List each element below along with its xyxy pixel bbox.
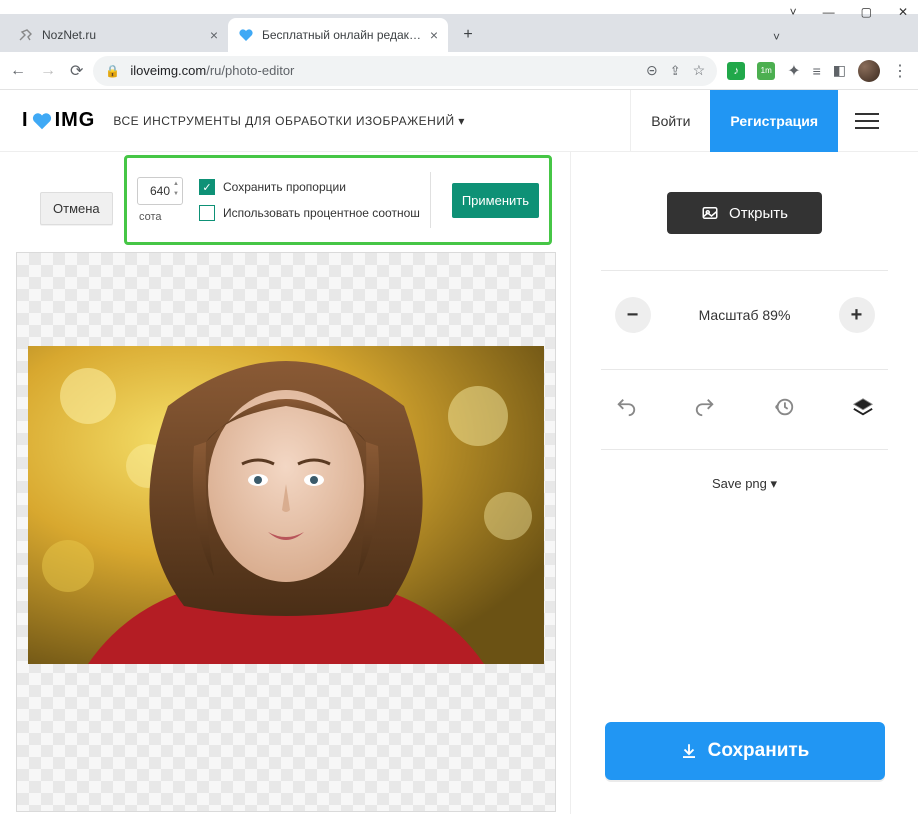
back-icon[interactable]: ← — [10, 62, 26, 80]
app-header: I IMG ВСЕ ИНСТРУМЕНТЫ ДЛЯ ОБРАБОТКИ ИЗОБ… — [0, 90, 918, 152]
height-label: сота — [139, 211, 162, 223]
url-text: iloveimg.com/ru/photo-editor — [130, 63, 294, 78]
use-percent-checkbox[interactable]: Использовать процентное соотнош — [199, 205, 420, 221]
checkbox-label: Использовать процентное соотнош — [223, 206, 420, 220]
canvas-area: Отмена 640 ▲▼ сота ✓ Сохранить пропорции… — [0, 152, 570, 814]
undo-icon[interactable] — [615, 396, 637, 423]
lock-icon: 🔒 — [105, 64, 120, 78]
zoom-label: Масштаб 89% — [699, 307, 791, 323]
extension-icon[interactable]: ♪ — [727, 62, 745, 80]
search-icon[interactable]: ⊝ — [646, 62, 658, 79]
checkbox-label: Сохранить пропорции — [223, 180, 346, 194]
extensions-icon[interactable]: ✦ — [787, 61, 800, 81]
forward-icon[interactable]: → — [40, 62, 56, 80]
close-window-icon[interactable]: ✕ — [898, 5, 908, 19]
logo[interactable]: I IMG — [22, 109, 95, 132]
omnibox[interactable]: 🔒 iloveimg.com/ru/photo-editor ⊝ ⇪ ☆ — [93, 56, 717, 86]
checkbox-icon — [199, 205, 215, 221]
tools-dropdown[interactable]: ВСЕ ИНСТРУМЕНТЫ ДЛЯ ОБРАБОТКИ ИЗОБРАЖЕНИ… — [113, 114, 465, 128]
sidebar: Открыть − Масштаб 89% + Save png ▾ Сохра… — [570, 152, 918, 814]
save-format-dropdown[interactable]: Save png ▾ — [712, 476, 777, 492]
close-icon[interactable]: × — [210, 27, 218, 43]
width-input[interactable]: 640 ▲▼ — [137, 177, 183, 205]
logo-text: I — [22, 109, 29, 132]
kebab-icon[interactable]: ⋮ — [892, 61, 908, 81]
redo-icon[interactable] — [694, 396, 716, 423]
new-tab-button[interactable]: + — [454, 21, 482, 49]
open-button[interactable]: Открыть — [667, 192, 822, 234]
tab-title: Бесплатный онлайн редактор ф — [262, 28, 424, 42]
apply-button[interactable]: Применить — [452, 183, 539, 218]
tab-iloveimg[interactable]: Бесплатный онлайн редактор ф × — [228, 18, 448, 52]
reload-icon[interactable]: ⟳ — [70, 61, 83, 81]
resize-popup: 640 ▲▼ сота ✓ Сохранить пропорции Исполь… — [124, 155, 552, 245]
minimize-icon[interactable]: — — [823, 5, 835, 19]
maximize-icon[interactable]: ▢ — [861, 5, 872, 19]
address-bar: ← → ⟳ 🔒 iloveimg.com/ru/photo-editor ⊝ ⇪… — [0, 52, 918, 90]
keep-aspect-checkbox[interactable]: ✓ Сохранить пропорции — [199, 179, 420, 195]
cancel-button[interactable]: Отмена — [40, 192, 113, 225]
save-button[interactable]: Сохранить — [605, 722, 885, 780]
checkbox-icon: ✓ — [199, 179, 215, 195]
open-label: Открыть — [729, 205, 788, 222]
share-icon[interactable]: ⇪ — [670, 63, 681, 79]
save-label: Сохранить — [708, 740, 810, 762]
tab-title: NozNet.ru — [42, 28, 204, 42]
canvas-image[interactable] — [28, 346, 544, 664]
login-button[interactable]: Войти — [630, 90, 710, 152]
zoom-in-button[interactable]: + — [839, 297, 875, 333]
zoom-out-button[interactable]: − — [615, 297, 651, 333]
reading-list-icon[interactable]: ≡ — [813, 63, 821, 79]
extension-icon[interactable]: 1m — [757, 62, 775, 80]
chevron-down-icon[interactable]: ˅ — [790, 5, 797, 19]
star-icon[interactable]: ☆ — [693, 62, 706, 79]
menu-icon[interactable] — [838, 90, 896, 152]
tabs-menu-icon[interactable]: ˅ — [773, 30, 780, 44]
width-value: 640 — [150, 184, 170, 198]
avatar[interactable] — [858, 60, 880, 82]
browser-tabstrip: NozNet.ru × Бесплатный онлайн редактор ф… — [0, 14, 918, 52]
tab-noznet[interactable]: NozNet.ru × — [8, 18, 228, 52]
side-panel-icon[interactable]: ◧ — [833, 62, 846, 79]
close-icon[interactable]: × — [430, 27, 438, 43]
register-button[interactable]: Регистрация — [710, 90, 838, 152]
layers-icon[interactable] — [852, 396, 874, 423]
history-icon[interactable] — [773, 396, 795, 423]
logo-text: IMG — [55, 109, 96, 132]
